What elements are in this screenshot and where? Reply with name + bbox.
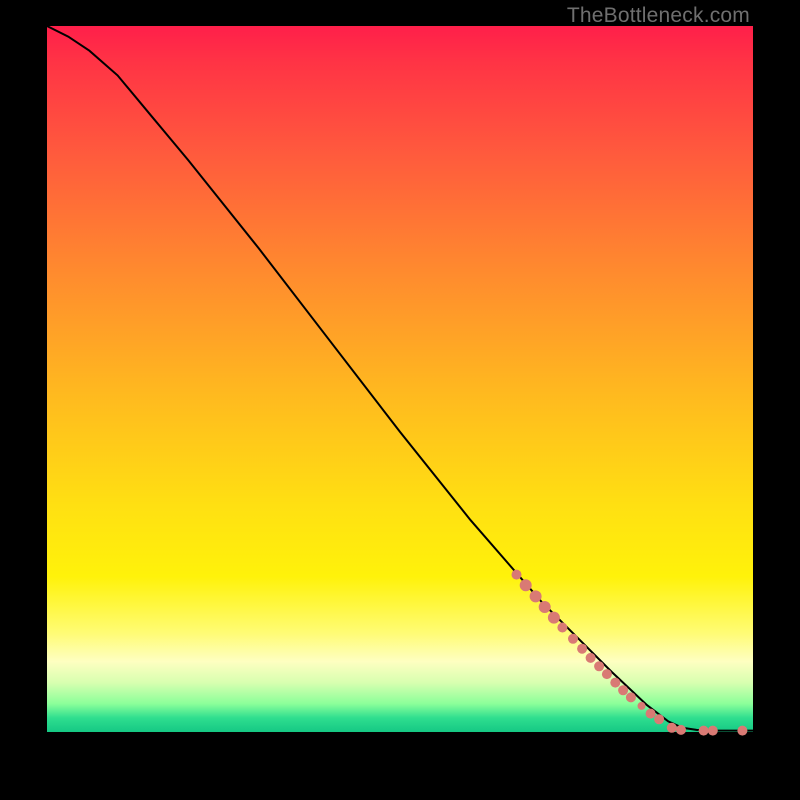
chart-dot — [530, 590, 542, 602]
chart-dot — [638, 702, 646, 710]
chart-dot — [618, 685, 628, 695]
chart-dot — [699, 726, 709, 736]
chart-dot — [610, 678, 620, 688]
chart-dot — [586, 653, 596, 663]
chart-dot — [676, 725, 686, 735]
chart-dot — [594, 661, 604, 671]
chart-dot — [654, 714, 664, 724]
chart-dot — [646, 709, 656, 719]
chart-dot — [568, 634, 578, 644]
chart-curve — [47, 26, 753, 731]
chart-dot — [602, 669, 612, 679]
chart-dot — [557, 623, 567, 633]
chart-dot — [737, 726, 747, 736]
chart-dot — [708, 726, 718, 736]
chart-dot — [539, 601, 551, 613]
chart-dot — [667, 723, 677, 733]
chart-dot — [548, 612, 560, 624]
chart-dot — [520, 579, 532, 591]
chart-plot-area — [47, 26, 753, 732]
chart-dot — [626, 692, 636, 702]
chart-svg — [47, 26, 753, 732]
chart-dot — [512, 570, 522, 580]
chart-dot — [577, 644, 587, 654]
watermark-text: TheBottleneck.com — [567, 4, 750, 28]
chart-dots-group — [512, 570, 748, 736]
